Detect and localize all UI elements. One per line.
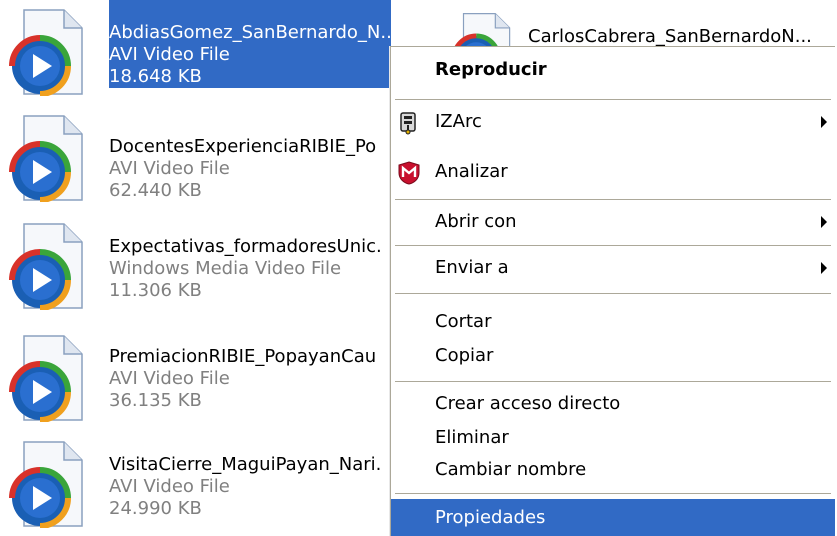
submenu-arrow-icon [821,262,827,274]
menu-item-analizar[interactable]: Analizar [391,153,835,191]
windows-media-file-icon [6,440,86,528]
file-name: AbdiasGomez_SanBernardo_N... [109,22,391,43]
menu-item-izarc[interactable]: IZArc [391,103,835,141]
file-size: 18.648 KB [109,66,202,87]
context-menu: Reproducir IZArc Analizar Abrir con Envi… [390,46,835,536]
menu-item-reproducir[interactable]: Reproducir [391,51,835,89]
menu-item-label: Reproducir [435,59,547,80]
menu-item-label: Cambiar nombre [435,459,587,480]
file-item[interactable]: Expectativas_formadoresUnic. Windows Med… [0,214,400,314]
menu-separator [395,381,831,382]
menu-separator [395,99,831,100]
file-type: AVI Video File [109,158,230,179]
file-item[interactable]: VisitaCierre_MaguiPayan_Nari. AVI Video … [0,432,400,532]
menu-item-label: Analizar [435,161,508,182]
file-size: 62.440 KB [109,180,202,201]
file-size: 24.990 KB [109,498,202,519]
mcafee-shield-icon [398,161,420,185]
menu-item-label: Copiar [435,345,494,366]
menu-item-cortar[interactable]: Cortar [391,303,835,341]
izarc-icon [400,112,416,135]
windows-media-file-icon [6,334,86,422]
submenu-arrow-icon [821,216,827,228]
file-name: PremiacionRIBIE_PopayanCau [109,346,377,367]
menu-separator [395,245,831,246]
file-name: VisitaCierre_MaguiPayan_Nari. [109,454,382,475]
file-size: 11.306 KB [109,280,202,301]
file-type: AVI Video File [109,476,230,497]
windows-media-file-icon [6,8,86,96]
file-name: CarlosCabrera_SanBernardoN... [528,26,812,47]
menu-item-label: IZArc [435,111,482,132]
menu-item-label: Abrir con [435,211,517,232]
windows-media-file-icon [6,114,86,202]
file-item[interactable]: PremiacionRIBIE_PopayanCau AVI Video Fil… [0,326,400,426]
menu-item-label: Crear acceso directo [435,393,621,414]
file-size: 36.135 KB [109,390,202,411]
file-type: AVI Video File [109,44,230,65]
menu-separator [395,293,831,294]
menu-item-enviar-a[interactable]: Enviar a [391,249,835,287]
menu-item-label: Propiedades [435,507,546,528]
menu-item-label: Eliminar [435,427,509,448]
menu-item-abrir-con[interactable]: Abrir con [391,203,835,241]
menu-item-label: Enviar a [435,257,509,278]
file-type: AVI Video File [109,368,230,389]
menu-item-label: Cortar [435,311,492,332]
file-item[interactable]: DocentesExperienciaRIBIE_Po AVI Video Fi… [0,106,400,206]
file-type: Windows Media Video File [109,258,342,279]
menu-item-crear-acceso-directo[interactable]: Crear acceso directo [391,385,835,423]
menu-item-cambiar-nombre[interactable]: Cambiar nombre [391,451,835,489]
menu-separator [395,493,831,494]
file-item[interactable]: AbdiasGomez_SanBernardo_N... AVI Video F… [0,0,400,100]
menu-item-copiar[interactable]: Copiar [391,337,835,375]
file-name: DocentesExperienciaRIBIE_Po [109,136,377,157]
menu-separator [395,199,831,200]
menu-item-propiedades[interactable]: Propiedades [391,499,835,536]
file-name: Expectativas_formadoresUnic. [109,236,382,257]
windows-media-file-icon [6,222,86,310]
submenu-arrow-icon [821,116,827,128]
